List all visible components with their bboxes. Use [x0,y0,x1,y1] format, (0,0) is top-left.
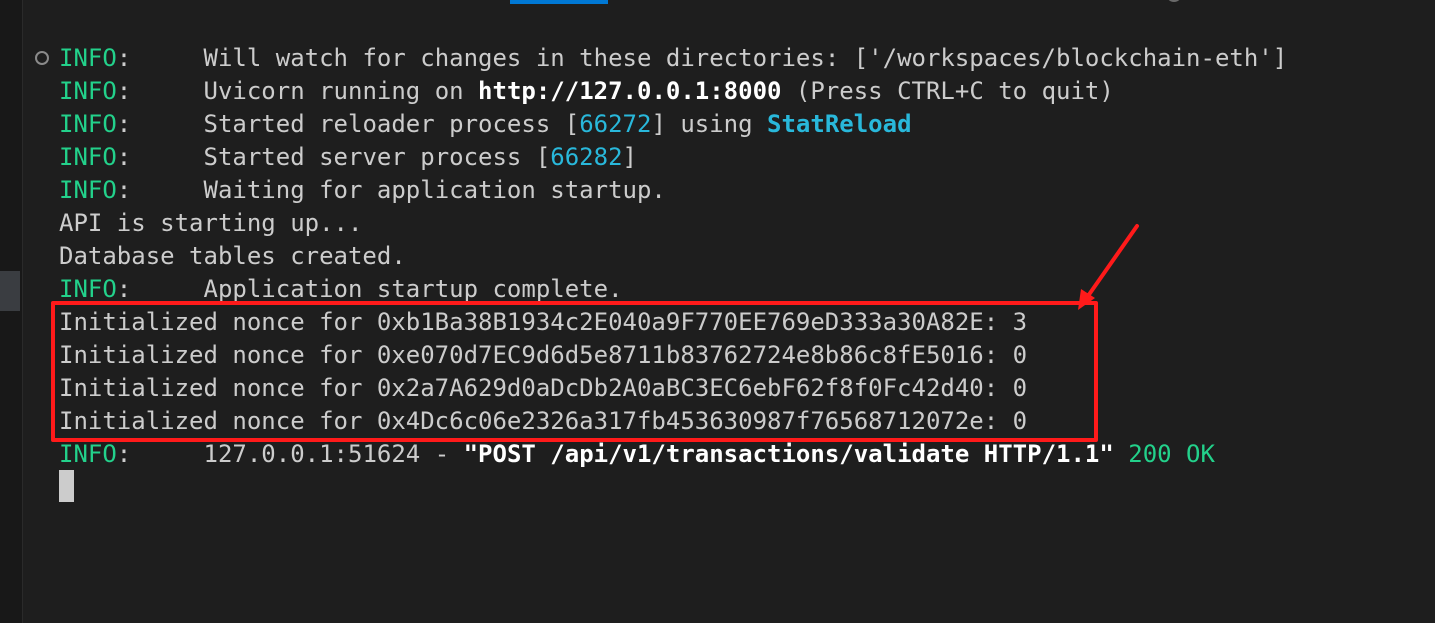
server-url-link[interactable]: http://127.0.0.1:8000 [478,77,781,105]
terminal-panel[interactable]: INFO: Will watch for changes in these di… [0,0,1435,623]
http-request: "POST /api/v1/transactions/validate HTTP… [463,440,1114,468]
log-level: INFO [59,44,117,72]
gutter-scroll-marker [0,271,20,311]
reloader-name: StatReload [767,110,912,138]
log-level: INFO [59,143,117,171]
terminal-output[interactable]: INFO: Will watch for changes in these di… [59,42,1425,471]
log-line: INFO: Started reloader process [66272] u… [59,110,912,138]
nonce-line: Initialized nonce for 0x2a7A629d0aDcDb2A… [59,374,1028,402]
active-tab-indicator [510,0,608,4]
log-line: INFO: Will watch for changes in these di… [59,44,1288,72]
process-id: 66272 [579,110,652,138]
log-line: INFO: Waiting for application startup. [59,176,666,204]
editor-gutter [0,0,23,623]
log-level: INFO [59,176,117,204]
log-line: INFO: Application startup complete. [59,275,623,303]
log-level: INFO [59,77,117,105]
log-line: INFO: Uvicorn running on http://127.0.0.… [59,77,1114,105]
log-message: Application startup complete. [203,275,623,303]
nonce-line: Initialized nonce for 0x4Dc6c06e2326a317… [59,407,1028,435]
log-level: INFO [59,440,117,468]
terminal-cursor [59,470,74,502]
output-line: Database tables created. [59,242,406,270]
log-level: INFO [59,110,117,138]
log-line: INFO: Started server process [66282] [59,143,637,171]
panel-action-icon[interactable] [1166,0,1182,2]
http-status: 200 OK [1113,440,1215,468]
command-status-icon[interactable] [35,51,49,65]
log-message: Waiting for application startup. [203,176,666,204]
log-level: INFO [59,275,117,303]
process-id: 66282 [550,143,623,171]
log-message: Will watch for changes in these director… [203,44,1288,72]
nonce-line: Initialized nonce for 0xe070d7EC9d6d5e87… [59,341,1028,369]
log-line: INFO: 127.0.0.1:51624 - "POST /api/v1/tr… [59,440,1215,468]
output-line: API is starting up... [59,209,363,237]
nonce-line: Initialized nonce for 0xb1Ba38B1934c2E04… [59,308,1028,336]
